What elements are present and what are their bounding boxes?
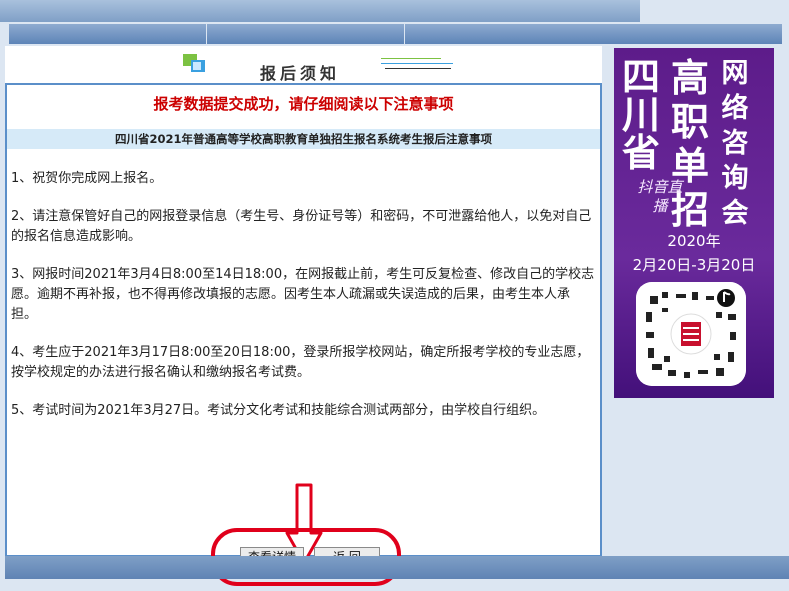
ad-text-province: 四川省 [621, 55, 660, 175]
notice-box: 报考数据提交成功，请仔细阅读以下注意事项 四川省2021年普通高等学校高职教育单… [5, 83, 602, 586]
main-panel: 报后须知 报考数据提交成功，请仔细阅读以下注意事项 四川省2021年普通高等学校… [5, 46, 602, 586]
notice-subtitle: 四川省2021年普通高等学校高职教育单独招生报名系统考生报后注意事项 [7, 129, 600, 149]
cube-logo-icon [183, 54, 205, 72]
top-banner [0, 0, 640, 22]
top-banner-gap [640, 0, 789, 22]
nav-tab-3[interactable] [404, 24, 602, 44]
page-title: 报后须知 [260, 64, 341, 83]
notice-item: 3、网报时间2021年3月4日8:00至14日18:00，在网报截止前，考生可反… [11, 267, 595, 322]
nav-bar [8, 24, 602, 44]
consultation-ad-banner[interactable]: 四川省 高职单招 网络咨询会 抖音直播 2020年 2月20日-3月20日 [614, 48, 774, 398]
success-message: 报考数据提交成功，请仔细阅读以下注意事项 [153, 95, 454, 113]
decorative-lines [381, 58, 453, 76]
ad-dates: 2月20日-3月20日 [632, 256, 756, 274]
notice-list: 1、祝贺你完成网上报名。 2、请注意保管好自己的网报登录信息（考生号、身份证号等… [11, 169, 595, 439]
qr-code-icon [636, 282, 746, 386]
nav-tab-4[interactable] [602, 24, 782, 44]
footer-bar [5, 556, 789, 579]
notice-item: 4、考生应于2021年3月17日8:00至20日18:00，登录所报学校网站，确… [11, 345, 590, 380]
section-header: 报后须知 [5, 46, 602, 83]
notice-item: 2、请注意保管好自己的网报登录信息（考生号、身份证号等）和密码，不可泄露给他人，… [11, 209, 592, 244]
nav-tab-1[interactable] [8, 24, 206, 44]
ad-text-event: 网络咨询会 [721, 58, 749, 229]
notice-item: 1、祝贺你完成网上报名。 [11, 171, 163, 186]
ad-year: 2020年 [667, 232, 721, 250]
ad-live-stamp: 抖音直播 [637, 178, 683, 215]
notice-item: 5、考试时间为2021年3月27日。考试分文化考试和技能综合测试两部分，由学校自… [11, 403, 546, 418]
nav-tab-2[interactable] [206, 24, 404, 44]
